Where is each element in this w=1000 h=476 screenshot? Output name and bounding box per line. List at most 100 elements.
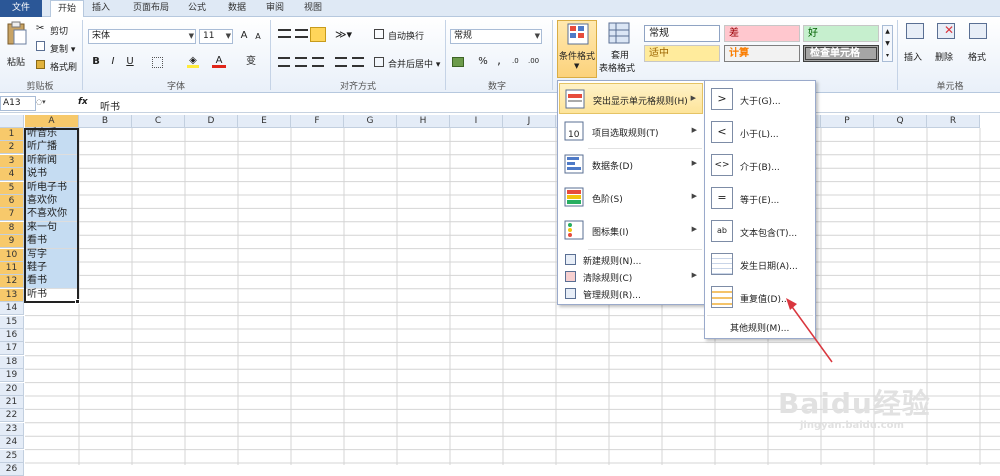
conditional-formatting-button[interactable]: 条件格式 ▼ xyxy=(557,20,597,78)
indent-decrease-icon[interactable] xyxy=(335,57,347,67)
cell[interactable]: 看书 xyxy=(25,235,78,249)
column-header[interactable]: P xyxy=(821,115,874,128)
menu-item-manage-rules[interactable]: 管理规则(R)... xyxy=(559,285,703,303)
tab-data[interactable]: 数据 xyxy=(222,0,252,17)
underline-button[interactable]: U xyxy=(123,55,137,69)
shrink-font-button[interactable]: A xyxy=(251,30,265,44)
cell[interactable]: 听新闻 xyxy=(25,154,78,168)
submenu-item-date-occurring[interactable]: 发生日期(A)... xyxy=(706,248,814,281)
menu-item-top-bottom-rules[interactable]: 10 项目选取规则(T) ▶ xyxy=(559,116,703,147)
align-top-icon[interactable] xyxy=(278,29,291,38)
bold-button[interactable]: B xyxy=(89,55,103,69)
row-header[interactable]: 1 xyxy=(0,128,24,141)
name-box-dropdown-icon[interactable]: ◌▾ xyxy=(36,98,46,106)
tab-page-layout[interactable]: 页面布局 xyxy=(126,0,176,17)
tab-review[interactable]: 审阅 xyxy=(260,0,290,17)
select-all-corner[interactable] xyxy=(0,115,24,128)
column-header[interactable]: C xyxy=(132,115,185,128)
row-header[interactable]: 10 xyxy=(0,248,24,262)
menu-item-color-scales[interactable]: 色阶(S) ▶ xyxy=(559,182,703,213)
cell[interactable]: 看书 xyxy=(25,275,78,289)
style-good[interactable]: 好 xyxy=(803,25,879,42)
wrap-text-button[interactable]: 自动换行 xyxy=(388,29,424,42)
menu-item-new-rule[interactable]: 新建规则(N)... xyxy=(559,251,703,269)
phonetic-button[interactable]: 变 xyxy=(244,55,258,69)
submenu-item-text-contains[interactable]: ab 文本包含(T)... xyxy=(706,215,814,248)
cut-button[interactable]: 剪切 xyxy=(50,24,68,37)
style-check-cell[interactable]: 检查单元格 xyxy=(803,45,879,62)
currency-icon[interactable] xyxy=(452,57,464,67)
submenu-item-less-than[interactable]: < 小于(L)... xyxy=(706,116,814,149)
cell[interactable]: 听广播 xyxy=(25,141,78,155)
row-header[interactable]: 7 xyxy=(0,208,24,222)
align-left-icon[interactable] xyxy=(278,57,290,67)
cell[interactable]: 喜欢你 xyxy=(25,195,78,208)
column-header[interactable]: J xyxy=(503,115,556,128)
column-header[interactable]: R xyxy=(927,115,980,128)
align-middle-icon[interactable] xyxy=(295,29,308,38)
copy-button[interactable]: 复制 ▾ xyxy=(50,42,75,55)
row-header[interactable]: 16 xyxy=(0,329,24,342)
row-header[interactable]: 23 xyxy=(0,422,24,436)
column-header[interactable]: B xyxy=(79,115,132,128)
align-center-icon[interactable] xyxy=(295,57,307,67)
cell[interactable]: 写字 xyxy=(25,248,78,262)
cell[interactable]: 鞋子 xyxy=(25,262,78,275)
align-bottom-icon[interactable] xyxy=(310,27,326,42)
cell[interactable]: 听书 xyxy=(25,288,78,302)
row-header[interactable]: 18 xyxy=(0,355,24,369)
menu-item-data-bars[interactable]: 数据条(D) ▶ xyxy=(559,149,703,180)
cell[interactable]: 听电子书 xyxy=(25,181,78,195)
submenu-item-between[interactable]: <> 介于(B)... xyxy=(706,149,814,182)
row-header[interactable]: 15 xyxy=(0,315,24,329)
style-calculation[interactable]: 计算 xyxy=(724,45,800,62)
style-neutral[interactable]: 适中 xyxy=(644,45,720,62)
italic-button[interactable]: I xyxy=(106,55,120,69)
font-size-select[interactable]: 11 ▼ xyxy=(199,29,233,44)
fill-color-icon[interactable]: ◈ xyxy=(187,56,199,68)
insert-cells-button[interactable]: 插入 xyxy=(901,20,929,78)
menu-item-clear-rules[interactable]: 清除规则(C) ▶ xyxy=(559,268,703,286)
merge-center-button[interactable]: 合并后居中 ▾ xyxy=(388,57,440,70)
row-header[interactable]: 20 xyxy=(0,382,24,396)
fx-icon[interactable]: fx xyxy=(78,97,88,107)
column-header[interactable]: I xyxy=(450,115,503,128)
font-color-button[interactable]: A xyxy=(212,54,226,68)
row-header[interactable]: 6 xyxy=(0,195,24,208)
row-header[interactable]: 4 xyxy=(0,168,24,182)
format-cells-button[interactable]: 格式 xyxy=(964,20,994,78)
name-box[interactable]: A13 xyxy=(0,96,36,111)
cell[interactable]: 来一句 xyxy=(25,221,78,235)
row-header[interactable]: 25 xyxy=(0,449,24,463)
formula-input[interactable]: 听书 xyxy=(100,98,120,113)
delete-cells-button[interactable]: ✕ 删除 xyxy=(932,20,960,78)
style-bad[interactable]: 差 xyxy=(724,25,800,42)
row-header[interactable]: 14 xyxy=(0,302,24,316)
grow-font-button[interactable]: A xyxy=(237,29,251,43)
border-icon[interactable] xyxy=(152,57,163,68)
increase-decimal-icon[interactable]: .0 xyxy=(512,57,519,65)
row-header[interactable]: 12 xyxy=(0,275,24,289)
decrease-decimal-icon[interactable]: .00 xyxy=(528,57,539,65)
row-header[interactable]: 5 xyxy=(0,181,24,195)
font-name-select[interactable]: 宋体 ▼ xyxy=(88,29,196,44)
tab-file[interactable]: 文件 xyxy=(0,0,42,17)
format-painter-button[interactable]: 格式刷 xyxy=(50,60,77,73)
tab-insert[interactable]: 插入 xyxy=(86,0,116,17)
percent-button[interactable]: % xyxy=(476,55,490,69)
styles-scroll-icon[interactable]: ▲ ▼ ▾ xyxy=(882,25,893,62)
style-normal[interactable]: 常规 xyxy=(644,25,720,42)
row-header[interactable]: 8 xyxy=(0,221,24,235)
row-header[interactable]: 2 xyxy=(0,141,24,155)
submenu-item-greater-than[interactable]: > 大于(G)... xyxy=(706,83,814,116)
submenu-item-equal-to[interactable]: = 等于(E)... xyxy=(706,182,814,215)
row-header[interactable]: 17 xyxy=(0,342,24,356)
tab-view[interactable]: 视图 xyxy=(298,0,328,17)
menu-item-highlight-rules[interactable]: 突出显示单元格规则(H) ▶ xyxy=(559,83,703,114)
menu-item-icon-sets[interactable]: 图标集(I) ▶ xyxy=(559,215,703,246)
indent-increase-icon[interactable] xyxy=(352,57,364,67)
orientation-icon[interactable]: ≫▾ xyxy=(335,28,352,41)
column-header[interactable]: H xyxy=(397,115,450,128)
cell[interactable]: 不喜欢你 xyxy=(25,208,78,222)
column-header[interactable]: E xyxy=(238,115,291,128)
